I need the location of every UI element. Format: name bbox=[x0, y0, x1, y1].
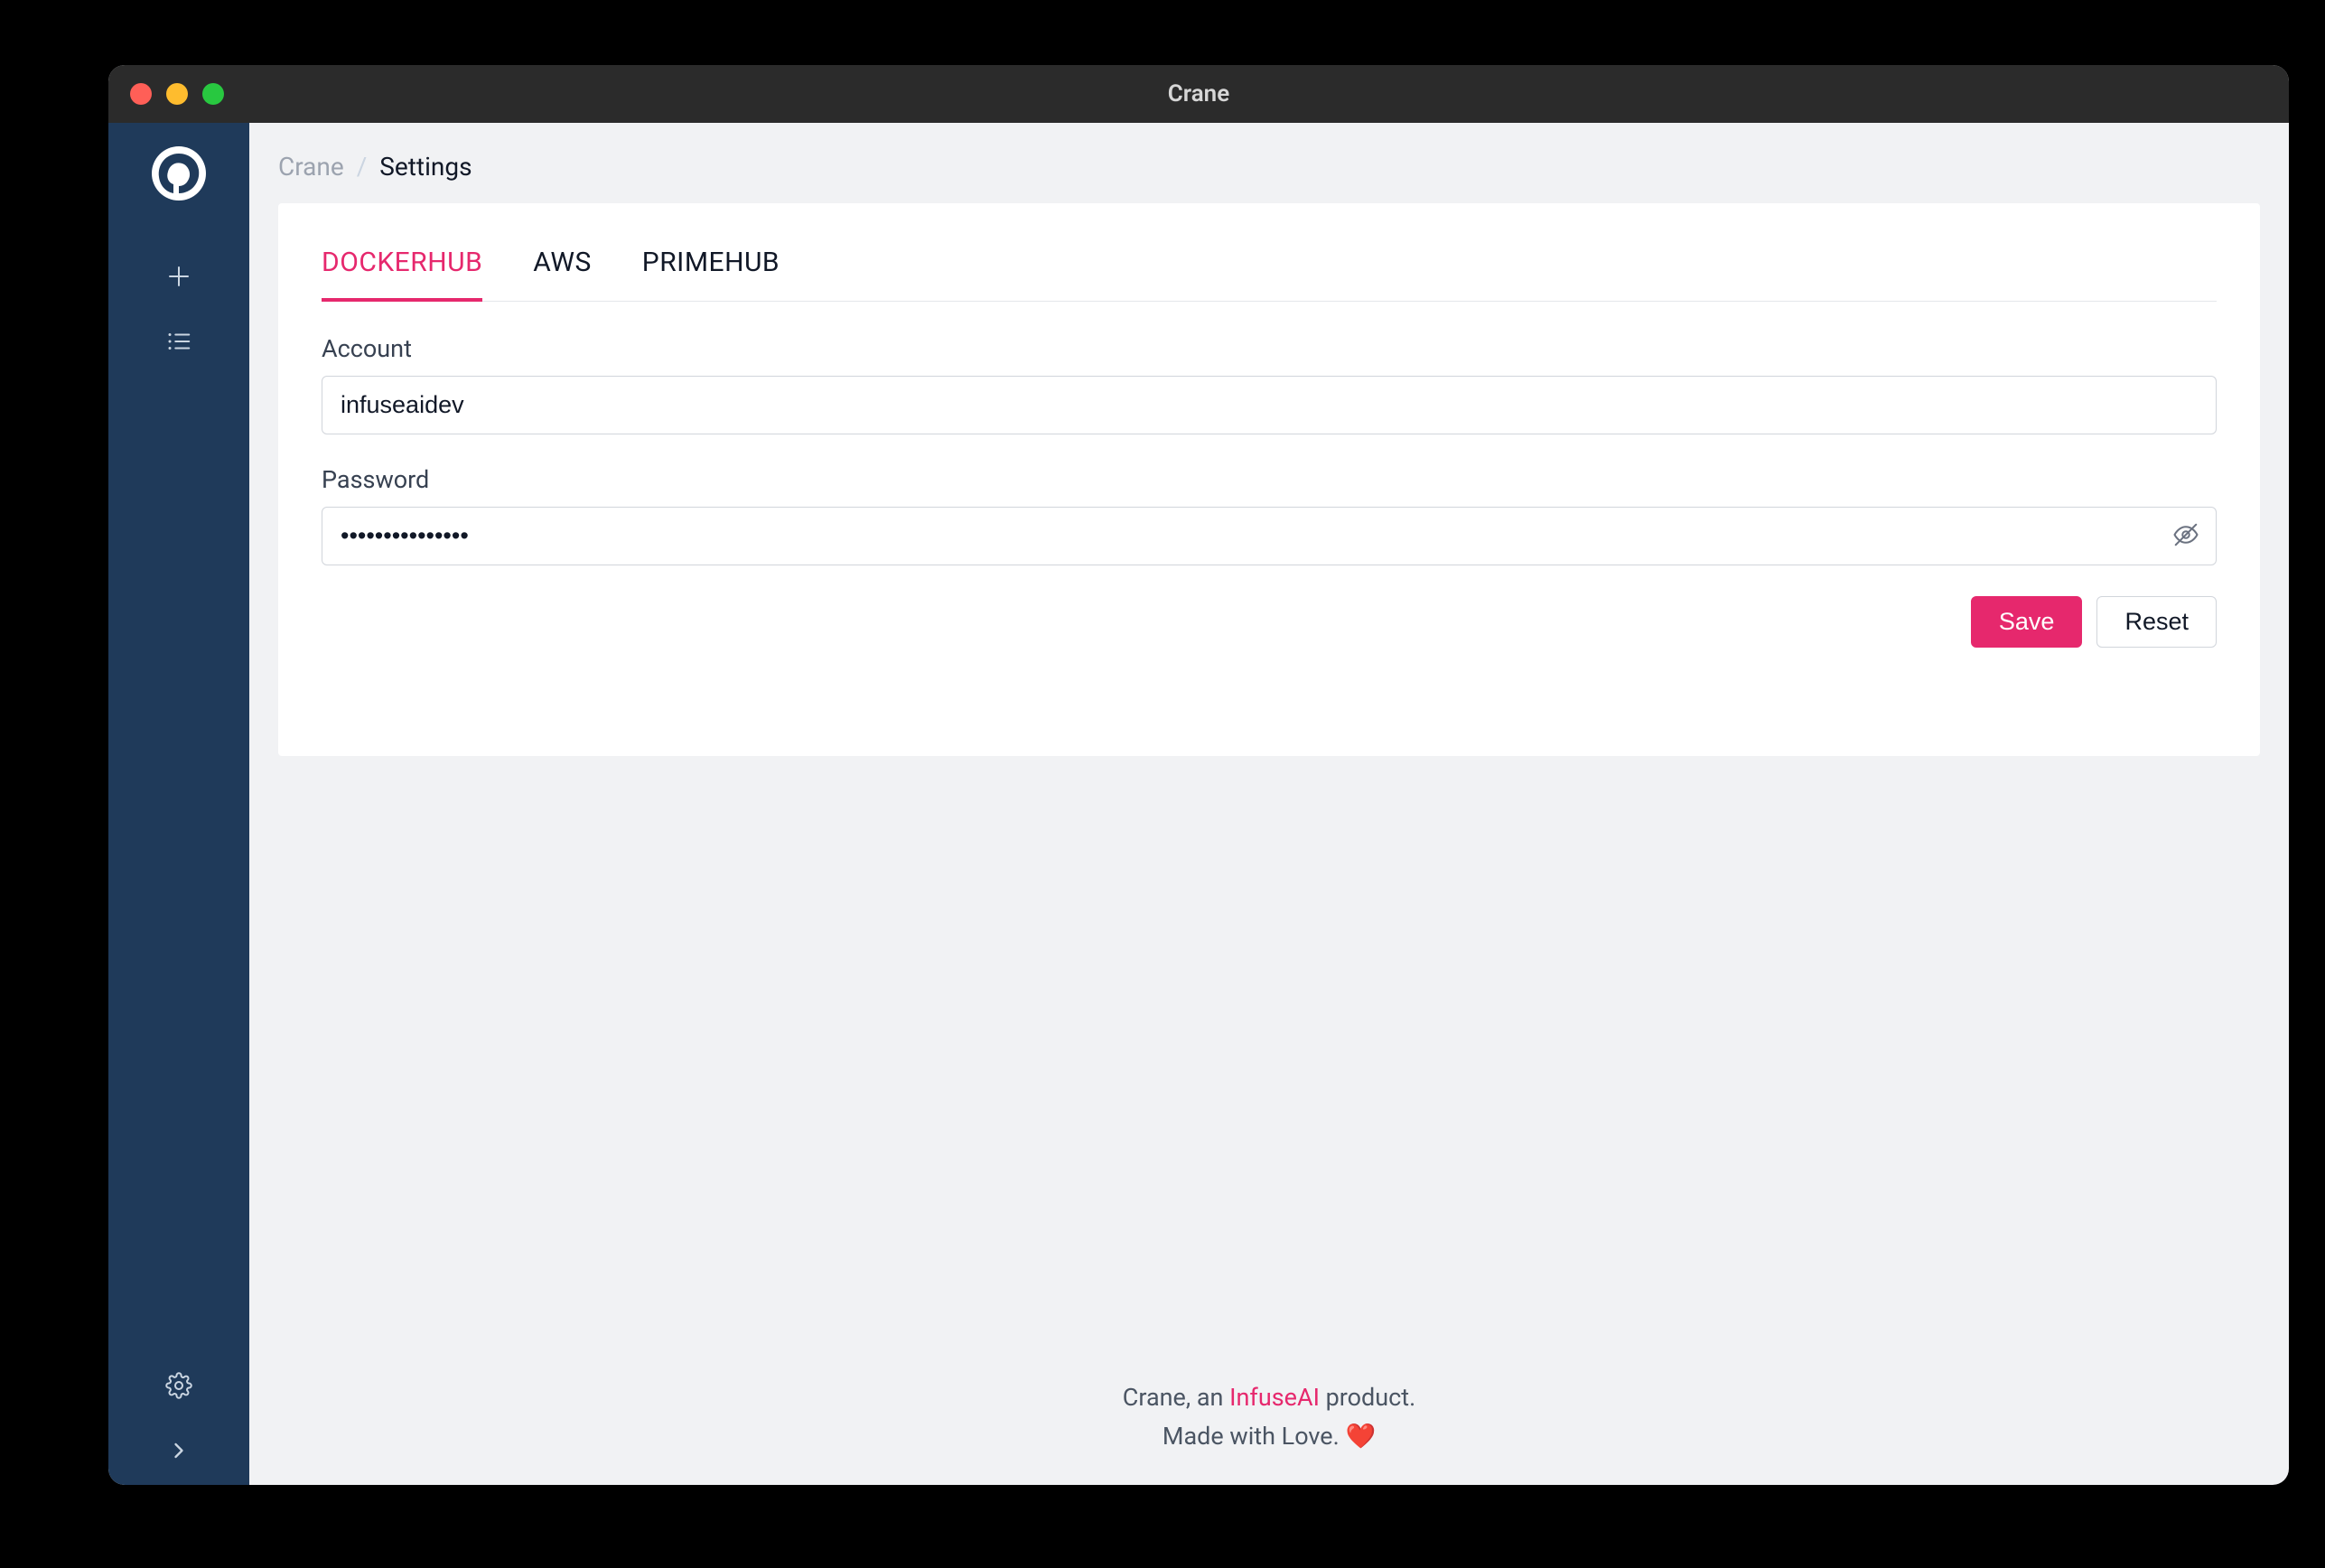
footer-line2: Made with Love. ❤️ bbox=[249, 1417, 2289, 1456]
account-label: Account bbox=[322, 334, 2217, 363]
sidebar bbox=[108, 123, 249, 1485]
account-row: Account bbox=[322, 334, 2217, 434]
app-window: Crane bbox=[108, 65, 2289, 1485]
breadcrumb: Crane / Settings bbox=[249, 123, 2289, 203]
settings-tabs: DOCKERHUB AWS PRIMEHUB bbox=[322, 247, 2217, 302]
footer-text-pre: Crane, an bbox=[1123, 1383, 1229, 1412]
sidebar-add[interactable] bbox=[108, 246, 249, 311]
footer-text-post: product. bbox=[1320, 1383, 1415, 1412]
breadcrumb-root[interactable]: Crane bbox=[278, 152, 344, 182]
minimize-window-button[interactable] bbox=[166, 83, 188, 105]
infuseai-link[interactable]: InfuseAI bbox=[1229, 1383, 1320, 1412]
main: Crane / Settings DOCKERHUB AWS PRIMEHUB … bbox=[249, 123, 2289, 1485]
toggle-password-visibility[interactable] bbox=[2166, 517, 2206, 556]
titlebar-title: Crane bbox=[108, 80, 2289, 107]
password-row: Password bbox=[322, 465, 2217, 565]
password-input[interactable] bbox=[322, 507, 2217, 565]
sidebar-expand[interactable] bbox=[108, 1420, 249, 1485]
password-label: Password bbox=[322, 465, 2217, 494]
heart-icon: ❤️ bbox=[1345, 1422, 1376, 1451]
form-actions: Save Reset bbox=[322, 596, 2217, 648]
close-window-button[interactable] bbox=[130, 83, 152, 105]
tab-dockerhub[interactable]: DOCKERHUB bbox=[322, 247, 482, 302]
titlebar: Crane bbox=[108, 65, 2289, 123]
breadcrumb-current: Settings bbox=[379, 152, 472, 182]
list-icon bbox=[165, 328, 192, 359]
breadcrumb-separator: / bbox=[357, 152, 368, 182]
sidebar-settings[interactable] bbox=[108, 1355, 249, 1420]
settings-card: DOCKERHUB AWS PRIMEHUB Account Password bbox=[278, 203, 2260, 756]
reset-button[interactable]: Reset bbox=[2096, 596, 2217, 648]
eye-off-icon bbox=[2172, 521, 2199, 551]
save-button[interactable]: Save bbox=[1971, 596, 2083, 648]
sidebar-list[interactable] bbox=[108, 311, 249, 376]
gear-icon bbox=[165, 1372, 192, 1403]
account-input[interactable] bbox=[322, 376, 2217, 434]
tab-primehub[interactable]: PRIMEHUB bbox=[642, 247, 780, 302]
maximize-window-button[interactable] bbox=[202, 83, 224, 105]
tab-aws[interactable]: AWS bbox=[533, 247, 592, 302]
footer-love-text: Made with Love. bbox=[1162, 1422, 1346, 1451]
traffic-lights bbox=[130, 83, 224, 105]
plus-icon bbox=[165, 263, 192, 294]
footer-line1: Crane, an InfuseAI product. bbox=[249, 1378, 2289, 1417]
chevron-right-icon bbox=[166, 1438, 191, 1467]
footer: Crane, an InfuseAI product. Made with Lo… bbox=[249, 1378, 2289, 1485]
app-logo bbox=[150, 145, 208, 202]
